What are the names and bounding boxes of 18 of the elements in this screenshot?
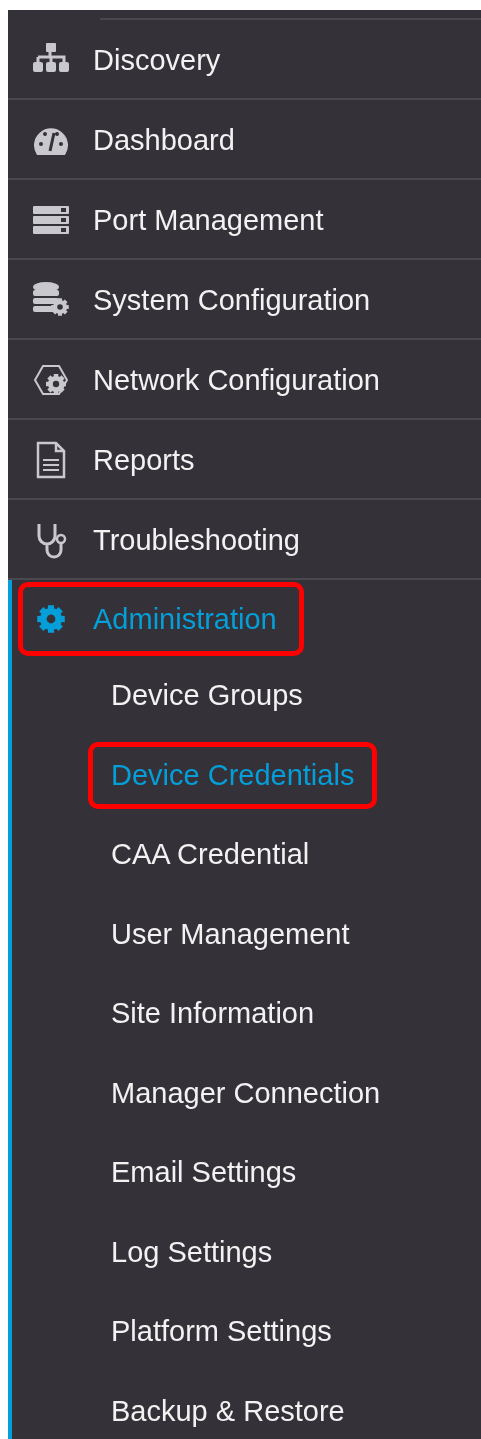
- submenu-item[interactable]: User Management: [88, 900, 373, 968]
- menu-item[interactable]: Reports: [18, 423, 222, 497]
- menu-item[interactable]: Administration: [18, 582, 304, 656]
- submenu-item[interactable]: Platform Settings: [88, 1298, 355, 1366]
- menu-item[interactable]: Troubleshooting: [18, 503, 327, 577]
- menu-item[interactable]: Dashboard: [18, 103, 262, 177]
- menu-item[interactable]: Discovery: [18, 23, 248, 97]
- submenu-item[interactable]: Manager Connection: [88, 1059, 404, 1127]
- menu-item[interactable]: Network Configuration: [18, 343, 407, 417]
- menu-item[interactable]: Port Management: [18, 183, 351, 257]
- submenu-item[interactable]: Backup & Restore: [88, 1377, 368, 1439]
- submenu-item[interactable]: CAA Credential: [88, 821, 333, 889]
- submenu-item[interactable]: Device Credentials: [88, 741, 378, 809]
- submenu-item[interactable]: Log Settings: [88, 1218, 296, 1286]
- submenu-item[interactable]: Site Information: [88, 980, 338, 1048]
- submenu-item[interactable]: Device Groups: [88, 662, 326, 730]
- menu-item[interactable]: System Configuration: [18, 263, 398, 337]
- submenu-item[interactable]: Email Settings: [88, 1139, 320, 1207]
